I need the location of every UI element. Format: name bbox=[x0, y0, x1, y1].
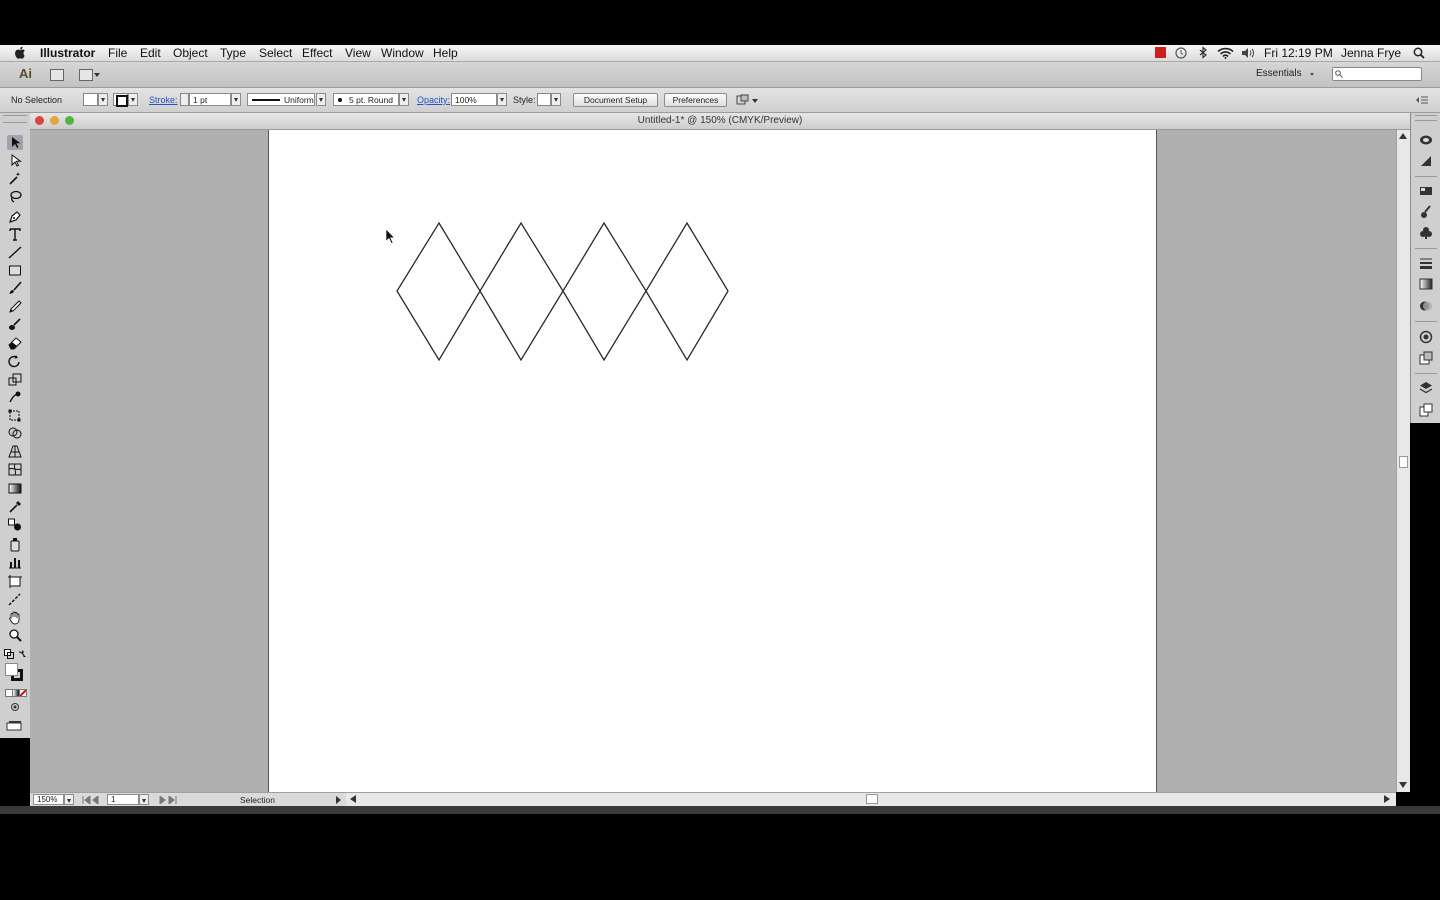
diamond-shape-1[interactable] bbox=[396, 221, 481, 362]
mouse-cursor-icon bbox=[385, 228, 396, 244]
vertical-scrollbar[interactable] bbox=[1396, 130, 1410, 792]
diamond-shape-4[interactable] bbox=[645, 221, 729, 362]
status-bar: 150% 1 Selection bbox=[30, 792, 346, 806]
diamond-shape-3[interactable] bbox=[562, 221, 647, 362]
current-tool-status: Selection bbox=[240, 795, 275, 805]
zoom-level-field[interactable]: 150% bbox=[33, 794, 64, 805]
scroll-right-arrow-icon[interactable] bbox=[1384, 795, 1390, 803]
background-window-strip bbox=[0, 806, 1440, 814]
vertical-scroll-thumb[interactable] bbox=[1399, 456, 1408, 468]
scroll-down-arrow-icon[interactable] bbox=[1399, 782, 1407, 788]
horizontal-scroll-thumb[interactable] bbox=[866, 794, 878, 804]
first-prev-artboard-icon[interactable] bbox=[82, 796, 102, 804]
artwork-layer bbox=[385, 221, 729, 362]
artboard-number-field[interactable]: 1 bbox=[107, 794, 139, 805]
next-last-artboard-icon[interactable] bbox=[157, 796, 177, 804]
status-menu-arrow-icon[interactable] bbox=[336, 796, 341, 804]
scroll-left-arrow-icon[interactable] bbox=[350, 795, 356, 803]
zoom-dropdown[interactable] bbox=[64, 794, 74, 805]
diamond-shape-2[interactable] bbox=[479, 221, 564, 362]
horizontal-scrollbar[interactable] bbox=[346, 792, 1396, 806]
scroll-up-arrow-icon[interactable] bbox=[1399, 133, 1407, 139]
artboard-dropdown[interactable] bbox=[139, 794, 149, 805]
